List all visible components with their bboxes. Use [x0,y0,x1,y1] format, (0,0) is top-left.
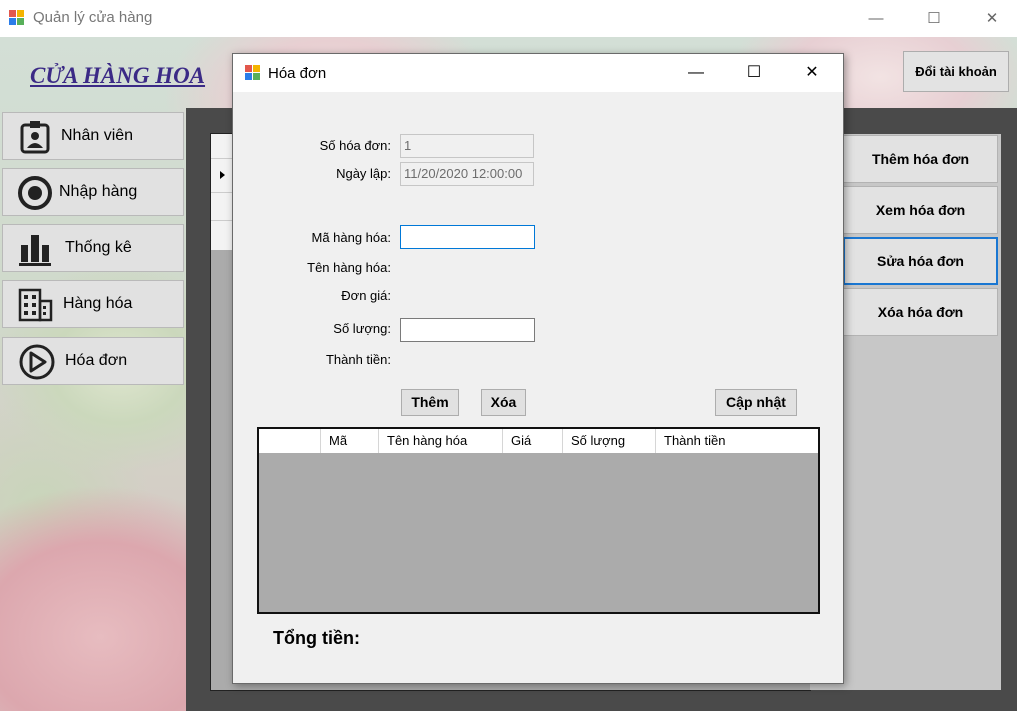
column-header-quantity[interactable]: Số lượng [563,429,656,453]
edit-invoice-button[interactable]: Sửa hóa đơn [843,237,998,285]
quantity-input[interactable] [400,318,535,342]
delete-item-button[interactable]: Xóa [481,389,526,416]
import-target-icon [18,176,52,210]
invoice-play-icon [19,344,55,380]
dialog-app-icon [245,65,261,81]
grid-row-header-cell [259,429,321,453]
nav-import-label: Nhập hàng [59,183,138,200]
window-title: Quản lý cửa hàng [33,9,153,26]
total-label: Tổng tiền: [273,628,360,648]
app-icon [9,10,25,26]
view-invoice-button[interactable]: Xem hóa đơn [843,186,998,234]
minimize-button[interactable]: — [847,0,905,37]
dialog-minimize-button[interactable]: — [667,54,725,92]
shop-title: CỬA HÀNG HOA [30,63,206,88]
nav-invoices-button[interactable]: Hóa đơn [2,337,184,385]
nav-statistics-button[interactable]: Thống kê [2,224,184,272]
date-field[interactable]: 11/20/2020 12:00:00 [400,162,534,186]
employee-badge-icon [20,121,50,154]
nav-import-button[interactable]: Nhập hàng [2,168,184,216]
add-item-button[interactable]: Thêm [401,389,459,416]
nav-products-label: Hàng hóa [63,295,133,312]
date-label: Ngày lập: [336,166,391,181]
dialog-titlebar: Hóa đơn — ☐ ✕ [233,54,843,92]
main-titlebar: Quản lý cửa hàng — ☐ ✕ [0,0,1017,37]
dialog-maximize-button[interactable]: ☐ [725,54,783,92]
add-invoice-button[interactable]: Thêm hóa đơn [843,135,998,183]
dialog-close-button[interactable]: ✕ [783,54,841,92]
change-account-button[interactable]: Đổi tài khoản [903,51,1009,92]
update-button[interactable]: Cập nhật [715,389,797,416]
column-header-code[interactable]: Mã [321,429,379,453]
nav-employees-label: Nhân viên [61,127,134,144]
column-header-product-name[interactable]: Tên hàng hóa [379,429,503,453]
current-row-indicator-icon [220,171,225,179]
maximize-button[interactable]: ☐ [905,0,963,37]
nav-statistics-label: Thống kê [65,239,132,256]
delete-invoice-button[interactable]: Xóa hóa đơn [843,288,998,336]
invoice-number-field[interactable]: 1 [400,134,534,158]
amount-label: Thành tiền: [325,352,391,367]
products-building-icon [18,288,53,322]
grid-header: Mã Tên hàng hóa Giá Số lượng Thành tiền [259,429,818,453]
quantity-label: Số lượng: [333,321,391,336]
nav-invoices-label: Hóa đơn [65,352,128,369]
invoice-dialog: Hóa đơn — ☐ ✕ Số hóa đơn: 1 Ngày lập: 11… [232,53,844,684]
unit-price-label: Đơn giá: [341,288,391,303]
column-header-amount[interactable]: Thành tiền [656,429,818,453]
invoice-detail-grid[interactable]: Mã Tên hàng hóa Giá Số lượng Thành tiền [257,427,820,614]
dialog-title: Hóa đơn [268,65,327,82]
invoice-number-label: Số hóa đơn: [319,138,391,153]
nav-products-button[interactable]: Hàng hóa [2,280,184,328]
close-button[interactable]: ✕ [963,0,1017,37]
product-name-label: Tên hàng hóa: [307,260,391,275]
column-header-price[interactable]: Giá [503,429,563,453]
statistics-bar-icon [19,235,51,266]
product-code-label: Mã hàng hóa: [311,230,391,245]
product-code-input[interactable] [400,225,535,249]
nav-employees-button[interactable]: Nhân viên [2,112,184,160]
